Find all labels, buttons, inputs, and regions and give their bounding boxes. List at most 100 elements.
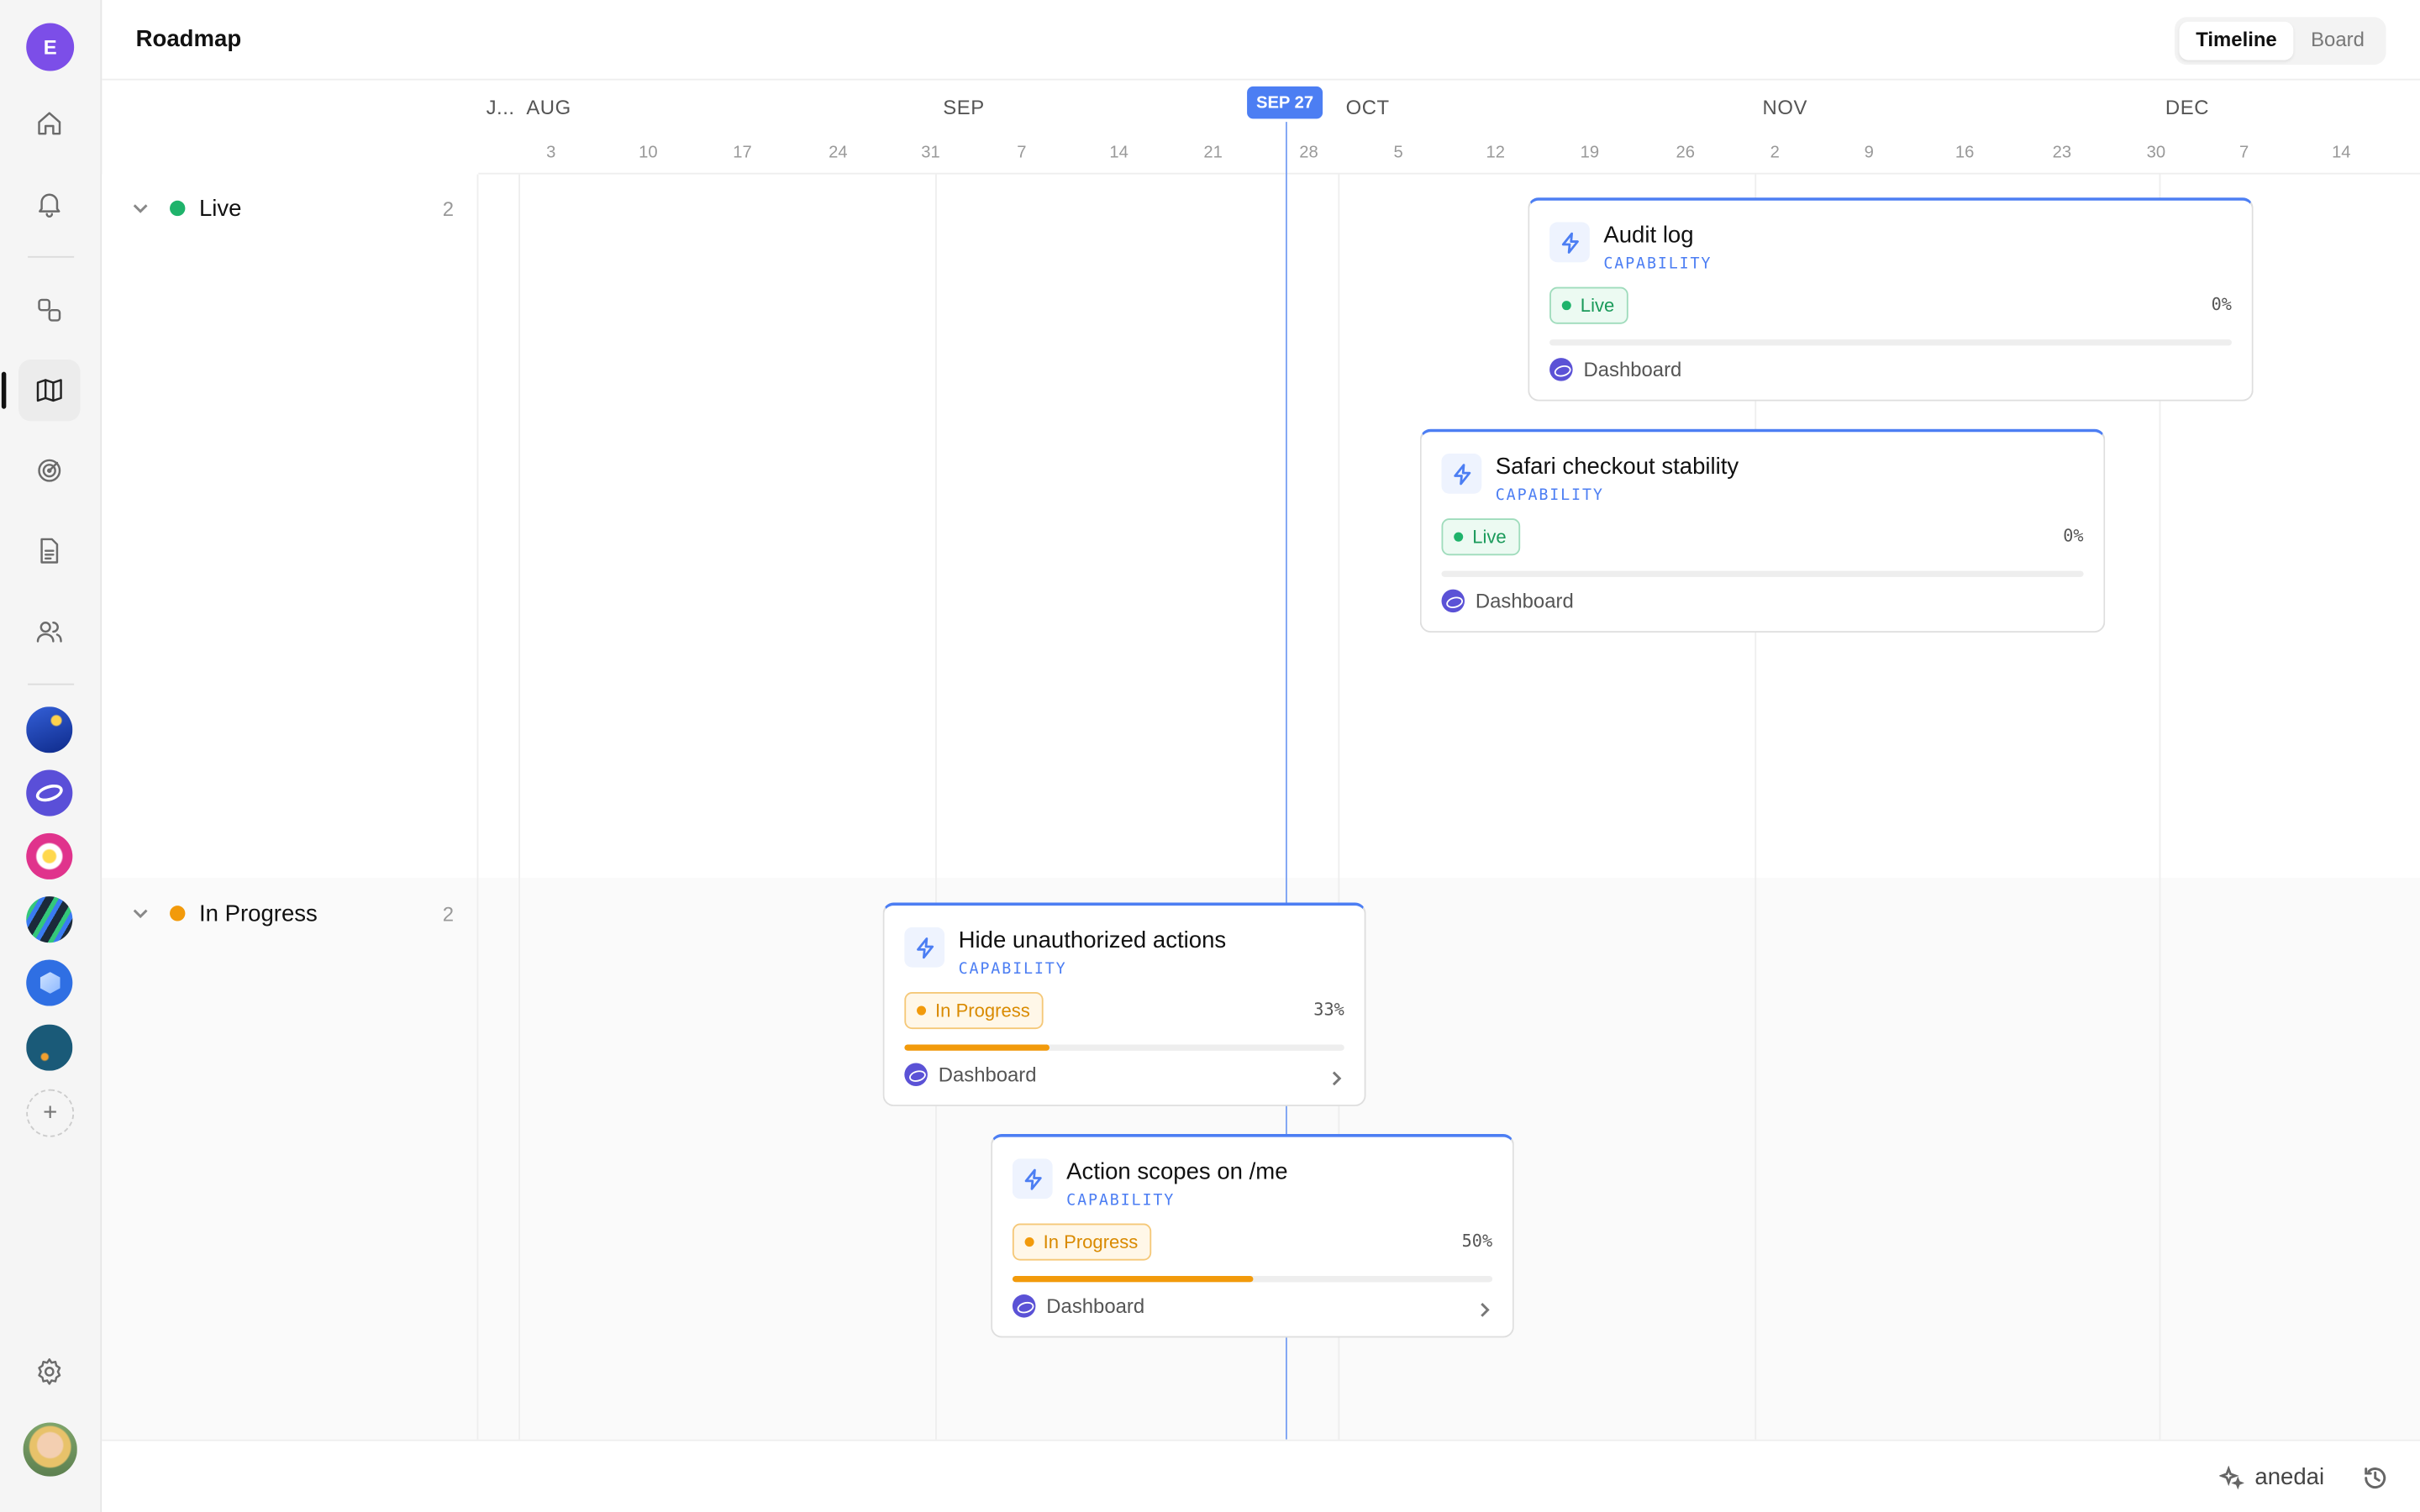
day-label: 12 — [1486, 143, 1506, 162]
workspace-stripes-icon[interactable] — [26, 896, 73, 943]
group-header-in-progress[interactable]: In Progress 2 — [129, 895, 454, 932]
day-label: 31 — [921, 143, 940, 162]
day-label: 7 — [2238, 143, 2249, 162]
bottom-bar: anedai — [102, 1439, 2420, 1512]
day-label: 3 — [546, 143, 556, 162]
day-label: 28 — [1299, 143, 1318, 162]
card-action-scopes[interactable]: Action scopes on /me CAPABILITY In Progr… — [991, 1133, 1514, 1338]
card-title: Hide unauthorized actions — [958, 927, 1227, 954]
workspace-cube-icon[interactable] — [26, 959, 73, 1006]
status-dot — [170, 906, 186, 921]
chevron-down-icon[interactable] — [129, 197, 151, 219]
map-icon[interactable] — [18, 359, 81, 422]
day-label: 30 — [2146, 143, 2166, 162]
month-label: NOV — [1762, 95, 1807, 119]
grid-line — [518, 174, 520, 1440]
user-avatar-initial[interactable]: E — [26, 23, 75, 71]
card-title: Action scopes on /me — [1066, 1158, 1288, 1185]
progress-bar — [1549, 339, 2232, 346]
card-title: Safari checkout stability — [1495, 453, 1739, 480]
day-label: 5 — [1393, 143, 1403, 162]
history-icon[interactable] — [2361, 1464, 2389, 1492]
chevron-right-icon[interactable] — [1476, 1299, 1494, 1318]
group-count: 2 — [442, 901, 454, 926]
timeline-header: J... AUG SEP OCT NOV DEC 3 10 17 24 31 7… — [478, 81, 2420, 175]
lightning-icon — [904, 927, 945, 968]
day-label: 7 — [1017, 143, 1027, 162]
month-label: SEP — [943, 95, 985, 119]
day-label: 23 — [2052, 143, 2072, 162]
chevron-down-icon[interactable] — [129, 902, 151, 924]
workspace-ocean-icon[interactable] — [26, 1024, 73, 1071]
brand-button[interactable]: anedai — [2219, 1464, 2324, 1490]
status-badge: Live — [1549, 286, 1628, 324]
day-label: 16 — [1954, 143, 1975, 162]
shapes-icon[interactable] — [18, 279, 80, 340]
lightning-icon — [1549, 222, 1590, 263]
avatar[interactable] — [23, 1422, 77, 1477]
group-count: 2 — [442, 197, 454, 220]
card-product: Dashboard — [1012, 1294, 1144, 1318]
day-label: 26 — [1676, 143, 1695, 162]
day-label: 24 — [829, 143, 848, 162]
progress-bar — [1441, 570, 2084, 577]
card-product: Dashboard — [904, 1063, 1037, 1087]
tab-board[interactable]: Board — [2294, 22, 2381, 60]
view-toggle: Timeline Board — [2174, 17, 2386, 66]
add-workspace-button[interactable]: + — [26, 1089, 75, 1137]
active-indicator — [1, 371, 7, 409]
progress-percent: 50% — [1461, 1231, 1493, 1252]
group-column: Live 2 In Progress 2 — [102, 174, 479, 1440]
day-label: 14 — [1109, 143, 1128, 162]
group-name: Live — [198, 195, 242, 222]
workspace-night-icon[interactable] — [26, 706, 73, 753]
card-title: Audit log — [1603, 222, 1694, 249]
chevron-right-icon[interactable] — [1328, 1068, 1346, 1086]
month-label: OCT — [1345, 95, 1390, 119]
month-label: AUG — [526, 95, 571, 119]
tab-timeline[interactable]: Timeline — [2179, 21, 2294, 60]
status-badge: In Progress — [904, 992, 1044, 1030]
workspace-planet-icon[interactable] — [26, 769, 73, 816]
status-badge: Live — [1441, 518, 1521, 556]
group-name: In Progress — [198, 900, 318, 927]
page-title: Roadmap — [135, 26, 242, 53]
today-marker: SEP 27 — [1247, 86, 1323, 119]
card-hide-unauthorized[interactable]: Hide unauthorized actions CAPABILITY In … — [882, 902, 1366, 1106]
home-icon[interactable] — [18, 92, 80, 154]
document-icon[interactable] — [18, 520, 80, 581]
status-badge: In Progress — [1012, 1223, 1152, 1261]
card-product: Dashboard — [1549, 358, 1681, 381]
card-type: CAPABILITY — [1603, 255, 1712, 274]
progress-percent: 33% — [1313, 1000, 1344, 1021]
top-bar: Roadmap Timeline Board — [102, 0, 2420, 81]
card-safari-checkout[interactable]: Safari checkout stability CAPABILITY Liv… — [1419, 428, 2106, 633]
lightning-icon — [1441, 453, 1482, 494]
day-label: 17 — [733, 143, 752, 162]
sidebar: E + — [0, 0, 103, 1512]
settings-gear-icon[interactable] — [18, 1341, 80, 1402]
month-label: J... — [486, 95, 515, 119]
progress-bar — [904, 1044, 1344, 1051]
day-label: 2 — [1770, 143, 1780, 162]
users-icon[interactable] — [18, 600, 80, 661]
day-label: 14 — [2332, 143, 2351, 162]
status-dot — [170, 200, 186, 217]
target-icon[interactable] — [18, 439, 80, 501]
planet-icon — [1441, 589, 1465, 613]
card-type: CAPABILITY — [1066, 1192, 1176, 1210]
planet-icon — [1012, 1294, 1036, 1318]
sidebar-divider — [28, 255, 75, 258]
day-label: 19 — [1580, 143, 1600, 162]
card-type: CAPABILITY — [1495, 487, 1604, 505]
group-header-live[interactable]: Live 2 — [129, 190, 454, 227]
sidebar-divider — [28, 683, 75, 685]
card-product: Dashboard — [1441, 589, 1574, 613]
workspace-flower-icon[interactable] — [26, 832, 73, 879]
card-type: CAPABILITY — [958, 961, 1067, 979]
card-audit-log[interactable]: Audit log CAPABILITY Live 0% Dashboard — [1528, 197, 2254, 402]
progress-percent: 0% — [2211, 294, 2232, 315]
bell-icon[interactable] — [18, 173, 80, 234]
planet-icon — [1549, 358, 1573, 381]
day-label: 10 — [639, 143, 658, 162]
